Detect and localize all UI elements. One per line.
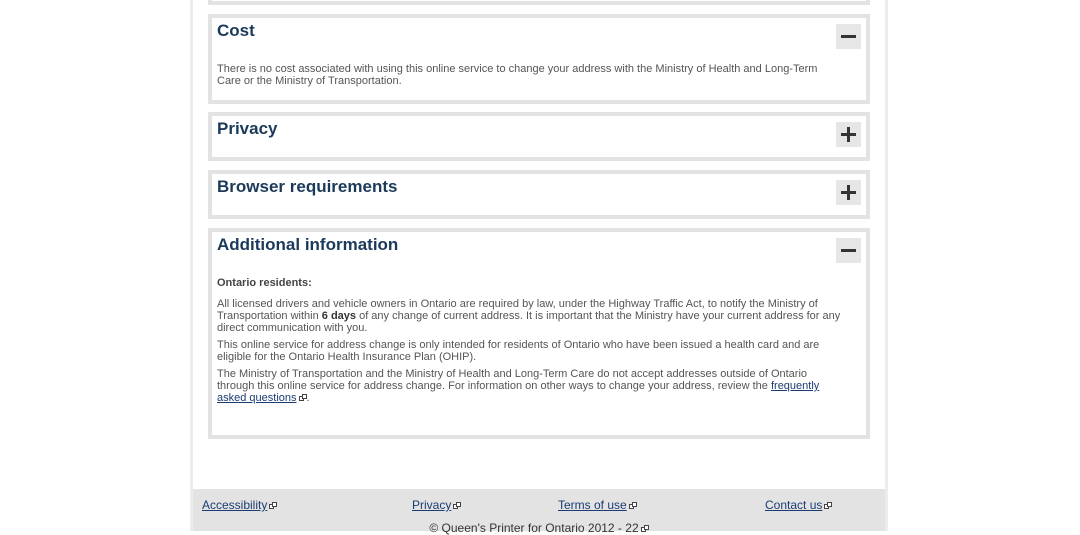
accessibility-link-label: Accessibility — [202, 498, 268, 512]
external-link-icon — [298, 394, 307, 401]
privacy-link-label: Privacy — [412, 498, 452, 512]
contact-us-link[interactable]: Contact us — [765, 498, 833, 512]
cost-panel: Cost There is no cost associated with us… — [208, 14, 870, 104]
collapse-icon[interactable] — [836, 24, 861, 49]
privacy-panel: Privacy — [208, 112, 870, 161]
additional-information-panel: Additional information Ontario residents… — [208, 228, 870, 439]
browser-requirements-panel: Browser requirements — [208, 170, 870, 219]
main-content: Cost There is no cost associated with us… — [193, 0, 885, 489]
paragraph-notify: All licensed drivers and vehicle owners … — [217, 298, 844, 334]
previous-panel-edge — [208, 0, 870, 5]
expand-icon[interactable] — [836, 180, 861, 205]
paragraph-outside-text: The Ministry of Transportation and the M… — [217, 368, 808, 392]
external-link-icon — [628, 502, 637, 509]
browser-requirements-heading[interactable]: Browser requirements — [217, 177, 397, 197]
copyright: © Queen's Printer for Ontario 2012 - 22 — [193, 521, 885, 535]
accessibility-link[interactable]: Accessibility — [202, 498, 278, 512]
additional-information-heading[interactable]: Additional information — [217, 235, 398, 255]
contact-link-label: Contact us — [765, 498, 823, 512]
external-link-icon — [824, 502, 833, 509]
paragraph-outside-ontario: The Ministry of Transportation and the M… — [217, 368, 844, 404]
page-frame: Cost There is no cost associated with us… — [190, 0, 888, 535]
collapse-icon[interactable] — [836, 238, 861, 263]
six-days-emphasis: 6 days — [321, 310, 357, 322]
paragraph-ohip: This online service for address change i… — [217, 339, 820, 363]
paragraph-end: . — [306, 392, 310, 404]
additional-information-body: Ontario residents: All licensed drivers … — [217, 277, 844, 409]
ontario-residents-subhead: Ontario residents: — [217, 277, 312, 289]
cost-text: There is no cost associated with using t… — [217, 63, 818, 87]
terms-of-use-link[interactable]: Terms of use — [558, 498, 637, 512]
copyright-text: © Queen's Printer for Ontario 2012 - 22 — [429, 521, 639, 535]
external-link-icon — [269, 502, 278, 509]
external-link-icon — [453, 502, 462, 509]
expand-icon[interactable] — [836, 122, 861, 147]
footer: Accessibility Privacy Terms of use Conta… — [193, 489, 885, 535]
cost-body: There is no cost associated with using t… — [217, 63, 844, 92]
cost-heading[interactable]: Cost — [217, 21, 255, 41]
privacy-link[interactable]: Privacy — [412, 498, 462, 512]
privacy-heading[interactable]: Privacy — [217, 119, 278, 139]
terms-link-label: Terms of use — [558, 498, 627, 512]
